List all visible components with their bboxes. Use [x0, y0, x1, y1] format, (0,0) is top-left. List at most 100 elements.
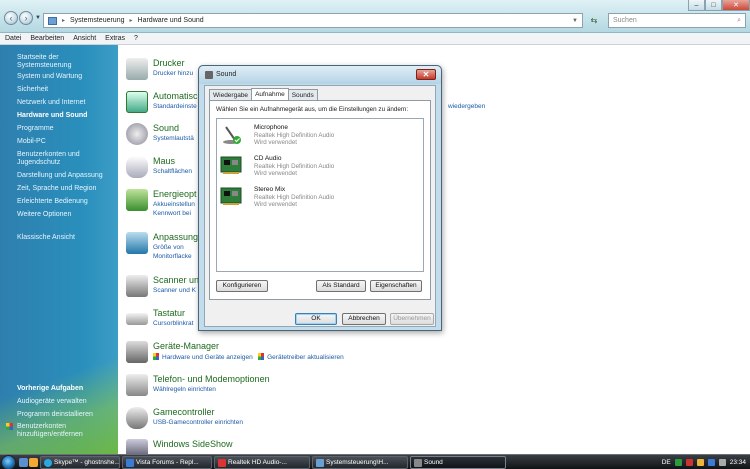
- sidebar-item-network[interactable]: Netzwerk und Internet: [17, 99, 115, 107]
- category-title[interactable]: Windows SideShow: [153, 439, 233, 449]
- device-item-microphone[interactable]: Microphone Realtek High Definition Audio…: [220, 122, 420, 150]
- sidebar-item-programs[interactable]: Programme: [17, 125, 115, 133]
- breadcrumb-separator-icon: ▸: [129, 18, 133, 24]
- scanner-icon: [126, 275, 148, 297]
- search-icon[interactable]: ⌕: [737, 17, 741, 25]
- system-tray: DE 23:34: [658, 455, 750, 469]
- taskbar-browser[interactable]: Vista Forums - Repl...: [122, 456, 212, 469]
- category-title[interactable]: Anpassung: [153, 232, 198, 242]
- category-link[interactable]: Systemlautstä: [153, 135, 194, 142]
- recent-task-audio-devices[interactable]: Audiogeräte verwalten: [17, 398, 115, 406]
- recent-task-user-accounts[interactable]: Benutzerkonten hinzufügen/entfernen: [17, 423, 107, 439]
- configure-button[interactable]: Konfigurieren: [216, 280, 268, 292]
- category-title[interactable]: Telefon- und Modemoptionen: [153, 374, 270, 384]
- category-title[interactable]: Maus: [153, 156, 175, 166]
- category-link[interactable]: Hardware und Geräte anzeigen Gerätetreib…: [153, 353, 344, 361]
- dialog-close-button[interactable]: ✕: [416, 69, 436, 80]
- category-link[interactable]: Schaltflächen: [153, 168, 192, 175]
- network-icon[interactable]: [707, 459, 715, 466]
- sidebar-item-home[interactable]: Startseite der Systemsteuerung: [17, 54, 115, 70]
- sidebar-item-mobile-pc[interactable]: Mobil-PC: [17, 138, 115, 146]
- category-title[interactable]: Scanner un: [153, 275, 199, 285]
- sidebar-item-accounts[interactable]: Benutzerkonten und Jugendschutz: [17, 151, 115, 167]
- category-link[interactable]: Akkueinstellun: [153, 201, 195, 208]
- category-title[interactable]: Geräte-Manager: [153, 341, 219, 351]
- category-title[interactable]: Sound: [153, 123, 179, 133]
- quicklaunch-icon[interactable]: [29, 458, 38, 467]
- sidebar-item-appearance[interactable]: Darstellung und Anpassung: [17, 172, 115, 180]
- sidebar-item-more-options[interactable]: Weitere Optionen: [17, 211, 115, 219]
- recent-task-uninstall[interactable]: Programm deinstallieren: [17, 411, 115, 419]
- speaker-icon: [205, 71, 213, 79]
- taskbar-realtek[interactable]: Realtek HD Audio-...: [214, 456, 310, 469]
- tab-sounds[interactable]: Sounds: [287, 89, 318, 100]
- set-default-button[interactable]: Als Standard: [316, 280, 366, 292]
- category-title[interactable]: Tastatur: [153, 308, 185, 318]
- category-link-play[interactable]: wiedergeben: [448, 103, 485, 110]
- category-link[interactable]: Drucker hinzu: [153, 70, 193, 77]
- recording-device-list[interactable]: Microphone Realtek High Definition Audio…: [216, 118, 424, 272]
- sidebar-item-time-region[interactable]: Zeit, Sprache und Region: [17, 185, 115, 193]
- category-title[interactable]: Gamecontroller: [153, 407, 215, 417]
- keyboard-icon: [126, 313, 148, 325]
- show-desktop-icon[interactable]: [19, 458, 28, 467]
- link-text[interactable]: Gerätetreiber aktualisieren: [267, 354, 344, 361]
- category-title[interactable]: Energieopt: [153, 189, 197, 199]
- dialog-titlebar[interactable]: Sound ✕: [199, 66, 441, 84]
- gamepad-icon: [126, 407, 148, 429]
- category-title[interactable]: Drucker: [153, 58, 185, 68]
- tray-icon[interactable]: [674, 459, 682, 466]
- menu-datei[interactable]: Datei: [5, 35, 21, 42]
- properties-button[interactable]: Eigenschaften: [370, 280, 422, 292]
- tray-icon[interactable]: [685, 459, 693, 466]
- link-text[interactable]: Hardware und Geräte anzeigen: [162, 354, 253, 361]
- breadcrumb-systemsteuerung[interactable]: Systemsteuerung: [70, 17, 124, 24]
- ok-button[interactable]: OK: [295, 313, 337, 325]
- search-input[interactable]: Suchen ⌕: [608, 13, 746, 28]
- close-button[interactable]: ✕: [722, 0, 750, 11]
- sidebar-item-system[interactable]: System und Wartung: [17, 73, 115, 81]
- category-link[interactable]: USB-Gamecontroller einrichten: [153, 419, 243, 426]
- tab-recording[interactable]: Aufnahme: [251, 88, 289, 100]
- category-title[interactable]: Automatisc: [153, 91, 198, 101]
- menu-help[interactable]: ?: [134, 35, 138, 42]
- recent-pages-dropdown-icon[interactable]: ▼: [35, 15, 41, 21]
- device-item-cd-audio[interactable]: CD Audio Realtek High Definition Audio W…: [220, 153, 420, 181]
- speaker-icon: [414, 459, 422, 467]
- sidebar-item-classic-view[interactable]: Klassische Ansicht: [17, 234, 115, 242]
- address-field[interactable]: ▸ Systemsteuerung ▸ Hardware und Sound ▼: [43, 13, 583, 28]
- realtek-icon: [218, 459, 226, 467]
- category-link[interactable]: Kennwort bei: [153, 210, 191, 217]
- sidebar-item-hardware-sound[interactable]: Hardware und Sound: [17, 112, 115, 120]
- minimize-button[interactable]: –: [688, 0, 705, 11]
- category-link[interactable]: Größe von: [153, 244, 184, 251]
- volume-icon[interactable]: [718, 459, 726, 466]
- category-link[interactable]: Scanner und K: [153, 287, 196, 294]
- category-link[interactable]: Cursorblinkrat: [153, 320, 193, 327]
- category-link[interactable]: Wählregeln einrichten: [153, 386, 216, 393]
- breadcrumb-hardware-sound[interactable]: Hardware und Sound: [138, 17, 204, 24]
- sidebar-item-accessibility[interactable]: Erleichterte Bedienung: [17, 198, 115, 206]
- language-indicator[interactable]: DE: [662, 459, 671, 466]
- cancel-button[interactable]: Abbrechen: [342, 313, 386, 325]
- forward-button[interactable]: ›: [19, 11, 33, 25]
- menu-bearbeiten[interactable]: Bearbeiten: [30, 35, 64, 42]
- tray-icon[interactable]: [696, 459, 704, 466]
- uac-shield-icon: [258, 353, 265, 360]
- go-refresh-icon[interactable]: ⇆: [591, 16, 598, 25]
- menu-ansicht[interactable]: Ansicht: [73, 35, 96, 42]
- taskbar-sound[interactable]: Sound: [410, 456, 506, 469]
- start-button[interactable]: [1, 455, 16, 469]
- address-dropdown-icon[interactable]: ▼: [572, 18, 578, 24]
- maximize-button[interactable]: □: [705, 0, 722, 11]
- tab-playback[interactable]: Wiedergabe: [209, 89, 253, 100]
- device-item-stereo-mix[interactable]: Stereo Mix Realtek High Definition Audio…: [220, 184, 420, 212]
- clock[interactable]: 23:34: [730, 459, 746, 466]
- sidebar-item-security[interactable]: Sicherheit: [17, 86, 115, 94]
- taskbar-skype[interactable]: Skype™ - ghostnshe...: [40, 456, 120, 469]
- back-button[interactable]: ‹: [4, 11, 18, 25]
- menu-extras[interactable]: Extras: [105, 35, 125, 42]
- category-link[interactable]: Standardeinste: [153, 103, 197, 110]
- category-link[interactable]: Monitorflacke: [153, 253, 192, 260]
- taskbar-control-panel[interactable]: Systemsteuerung\H...: [312, 456, 408, 469]
